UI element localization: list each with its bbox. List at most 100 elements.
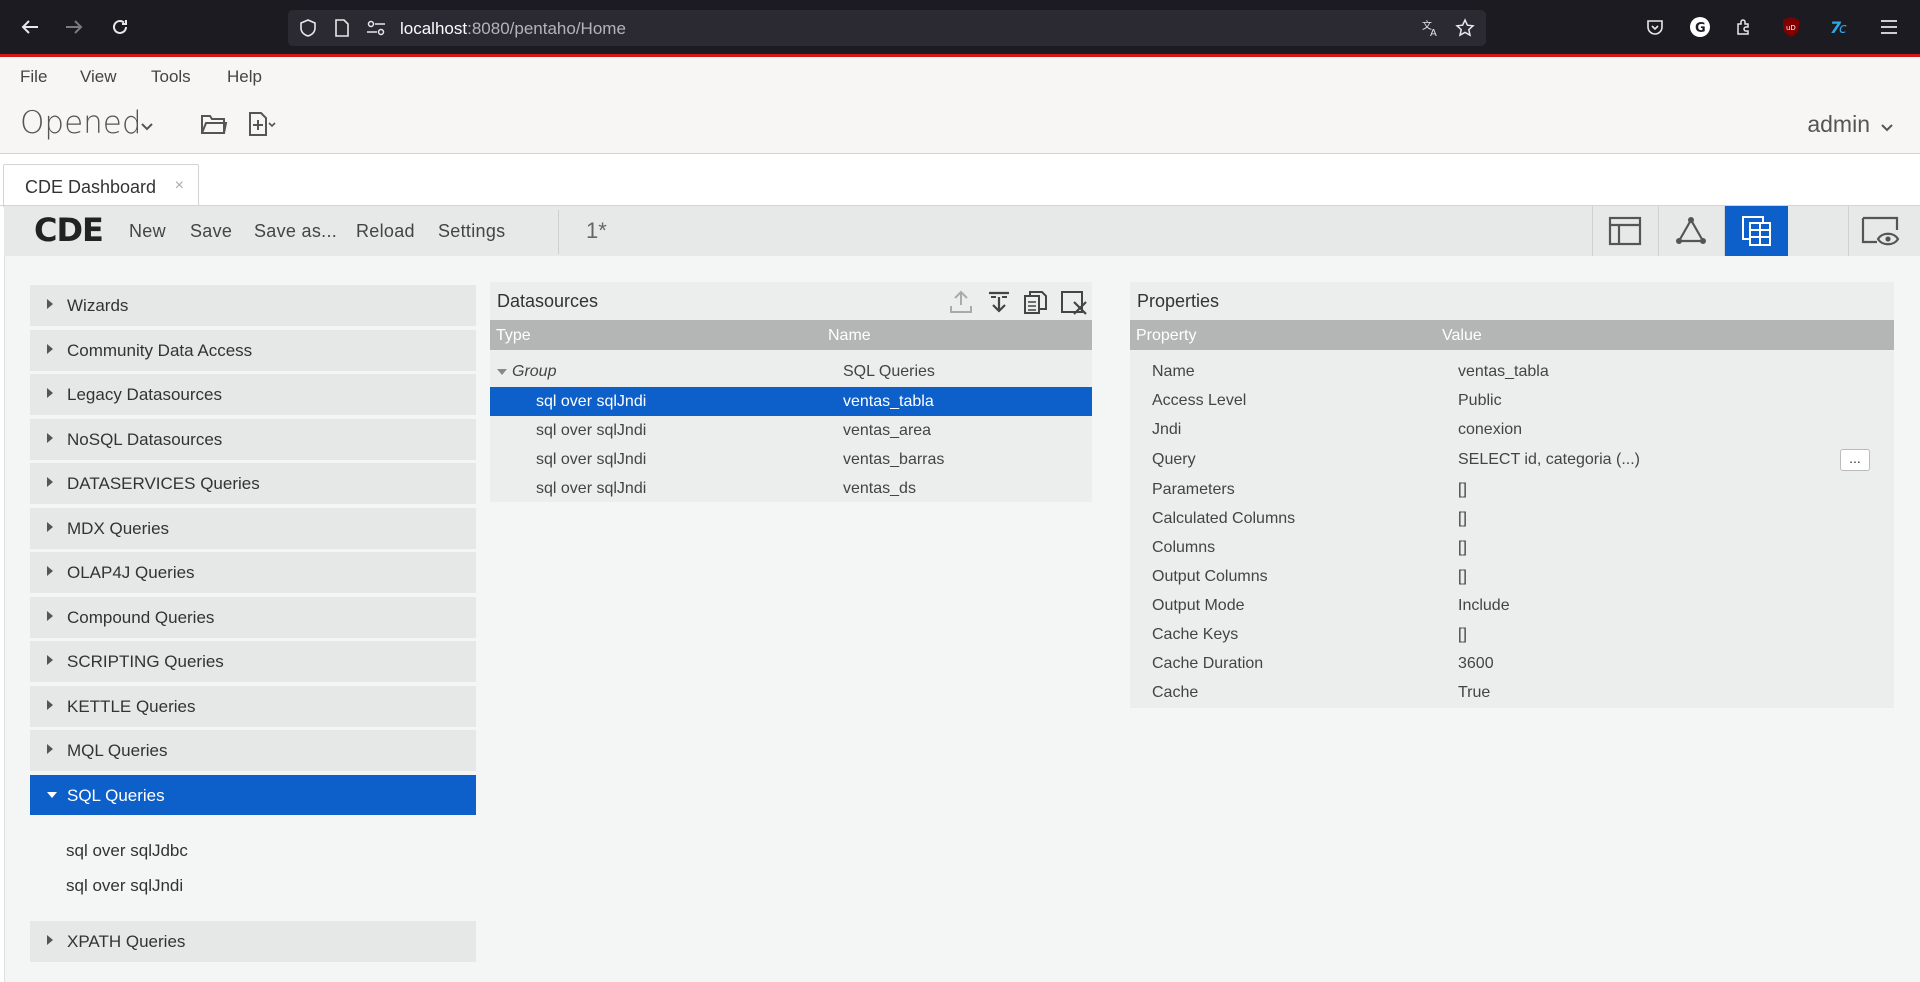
property-row[interactable]: Jndi conexion <box>1130 415 1894 444</box>
accordion-olap4j-queries[interactable]: OLAP4J Queries <box>30 552 476 593</box>
reload-button[interactable]: Reload <box>356 221 415 242</box>
add-sql-over-sqljdbc[interactable]: sql over sqlJdbc <box>66 841 188 861</box>
expand-arrow-icon <box>47 522 53 532</box>
accordion-kettle-queries[interactable]: KETTLE Queries <box>30 686 476 727</box>
menu-help[interactable]: Help <box>227 67 262 87</box>
components-panel-button[interactable] <box>1658 206 1722 256</box>
open-folder-icon[interactable] <box>200 111 228 139</box>
property-row[interactable]: Parameters [] <box>1130 475 1894 504</box>
table-row[interactable]: sql over sqlJndi ventas_tabla <box>490 387 1092 416</box>
hamburger-menu-icon[interactable] <box>1876 14 1902 40</box>
bookmark-star-icon[interactable] <box>1453 16 1477 40</box>
page-icon[interactable] <box>330 16 354 40</box>
property-row[interactable]: Query SELECT id, categoria (...) <box>1130 445 1894 474</box>
add-sql-over-sqljndi[interactable]: sql over sqlJndi <box>66 876 183 896</box>
chevron-down-icon[interactable] <box>140 119 154 137</box>
property-row[interactable]: Output Mode Include <box>1130 591 1894 620</box>
perspective-selector[interactable]: Opened <box>20 105 142 141</box>
datasources-table-header: Type Name <box>490 320 1092 350</box>
property-value[interactable]: 3600 <box>1458 655 1494 673</box>
forward-icon[interactable] <box>56 12 92 42</box>
new-file-icon[interactable] <box>247 111 276 139</box>
property-row[interactable]: Calculated Columns [] <box>1130 504 1894 533</box>
property-value[interactable]: conexion <box>1458 421 1522 439</box>
property-row[interactable]: Cache Keys [] <box>1130 620 1894 649</box>
property-value[interactable]: Public <box>1458 392 1502 410</box>
property-value[interactable]: SELECT id, categoria (...) <box>1458 451 1640 469</box>
cde-logo: CDE <box>34 211 104 249</box>
accordion-wizards[interactable]: Wizards <box>30 285 476 326</box>
accordion-xpath-queries[interactable]: XPATH Queries <box>30 921 476 962</box>
property-value[interactable]: ventas_tabla <box>1458 363 1549 381</box>
delete-icon[interactable] <box>1060 289 1088 317</box>
duplicate-icon[interactable] <box>1022 289 1050 317</box>
accordion-sql-queries[interactable]: SQL Queries <box>30 775 476 816</box>
menu-view[interactable]: View <box>80 67 117 87</box>
accordion-dataservices-queries[interactable]: DATASERVICES Queries <box>30 463 476 504</box>
layout-panel-button[interactable] <box>1592 206 1656 256</box>
property-value[interactable]: [] <box>1458 568 1467 586</box>
ublock-icon[interactable]: uD <box>1778 14 1804 40</box>
property-row[interactable]: Access Level Public <box>1130 386 1894 415</box>
accordion-nosql-datasources[interactable]: NoSQL Datasources <box>30 419 476 460</box>
accordion-compound-queries[interactable]: Compound Queries <box>30 597 476 638</box>
property-value[interactable]: [] <box>1458 626 1467 644</box>
table-row[interactable]: sql over sqlJndi ventas_ds <box>490 474 1092 503</box>
datasources-panel-button[interactable] <box>1724 206 1788 256</box>
menu-file[interactable]: File <box>20 67 47 87</box>
pocket-icon[interactable] <box>1642 14 1668 40</box>
property-row[interactable]: Output Columns [] <box>1130 562 1894 591</box>
accordion-community-data-access[interactable]: Community Data Access <box>30 330 476 371</box>
accordion-mdx-queries[interactable]: MDX Queries <box>30 508 476 549</box>
property-name: Calculated Columns <box>1152 510 1296 527</box>
extensions-icon[interactable] <box>1731 14 1757 40</box>
close-tab-icon[interactable]: × <box>175 177 184 195</box>
edit-query-button[interactable]: ... <box>1840 449 1870 471</box>
collapse-group-icon[interactable] <box>496 368 508 376</box>
property-name: Columns <box>1152 539 1216 556</box>
expand-arrow-icon <box>47 700 53 710</box>
property-value[interactable]: True <box>1458 684 1490 702</box>
accordion-scripting-queries[interactable]: SCRIPTING Queries <box>30 641 476 682</box>
save-button[interactable]: Save <box>190 221 232 242</box>
property-row[interactable]: Columns [] <box>1130 533 1894 562</box>
property-value[interactable]: Include <box>1458 597 1510 615</box>
group-name: SQL Queries <box>843 363 935 380</box>
user-menu[interactable]: admin <box>1807 111 1870 138</box>
property-name: Output Mode <box>1152 597 1245 614</box>
accordion-label: DATASERVICES Queries <box>67 474 260 493</box>
property-value[interactable]: [] <box>1458 539 1467 557</box>
property-value[interactable]: [] <box>1458 481 1467 499</box>
preview-button[interactable] <box>1848 206 1912 256</box>
accordion-legacy-datasources[interactable]: Legacy Datasources <box>30 374 476 415</box>
menu-tools[interactable]: Tools <box>151 67 191 87</box>
save-as-button[interactable]: Save as... <box>254 221 337 242</box>
table-row[interactable]: sql over sqlJndi ventas_barras <box>490 445 1092 474</box>
user-chevron-down-icon[interactable] <box>1880 120 1894 138</box>
property-row[interactable]: Name ventas_tabla <box>1130 357 1894 386</box>
tab-cde-dashboard[interactable]: CDE Dashboard × <box>3 164 199 207</box>
reload-icon[interactable] <box>102 12 138 42</box>
accordion-mql-queries[interactable]: MQL Queries <box>30 730 476 771</box>
shield-icon[interactable] <box>296 16 320 40</box>
export-icon[interactable] <box>948 289 976 317</box>
settings-button[interactable]: Settings <box>438 221 505 242</box>
property-row[interactable]: Cache True <box>1130 678 1894 707</box>
grammar-extension-icon[interactable]: G <box>1687 14 1713 40</box>
row-name: ventas_area <box>843 422 932 439</box>
address-bar[interactable]: localhost:8080/pentaho/Home 文A <box>288 10 1486 46</box>
bolt-extension-icon[interactable]: 7c <box>1828 14 1854 40</box>
table-row[interactable]: sql over sqlJndi ventas_area <box>490 416 1092 445</box>
property-name: Parameters <box>1152 481 1235 498</box>
property-value[interactable]: [] <box>1458 510 1467 528</box>
permissions-icon[interactable] <box>364 16 388 40</box>
property-row[interactable]: Cache Duration 3600 <box>1130 649 1894 678</box>
svg-text:A: A <box>1430 28 1437 38</box>
translate-icon[interactable]: 文A <box>1419 16 1443 40</box>
move-down-icon[interactable] <box>986 289 1014 317</box>
accordion-label: OLAP4J Queries <box>67 563 195 582</box>
group-row[interactable]: Group SQL Queries <box>490 357 1092 386</box>
new-button[interactable]: New <box>129 221 166 242</box>
sql-queries-list: sql over sqlJdbc sql over sqlJndi <box>30 815 476 920</box>
back-icon[interactable] <box>12 12 48 42</box>
